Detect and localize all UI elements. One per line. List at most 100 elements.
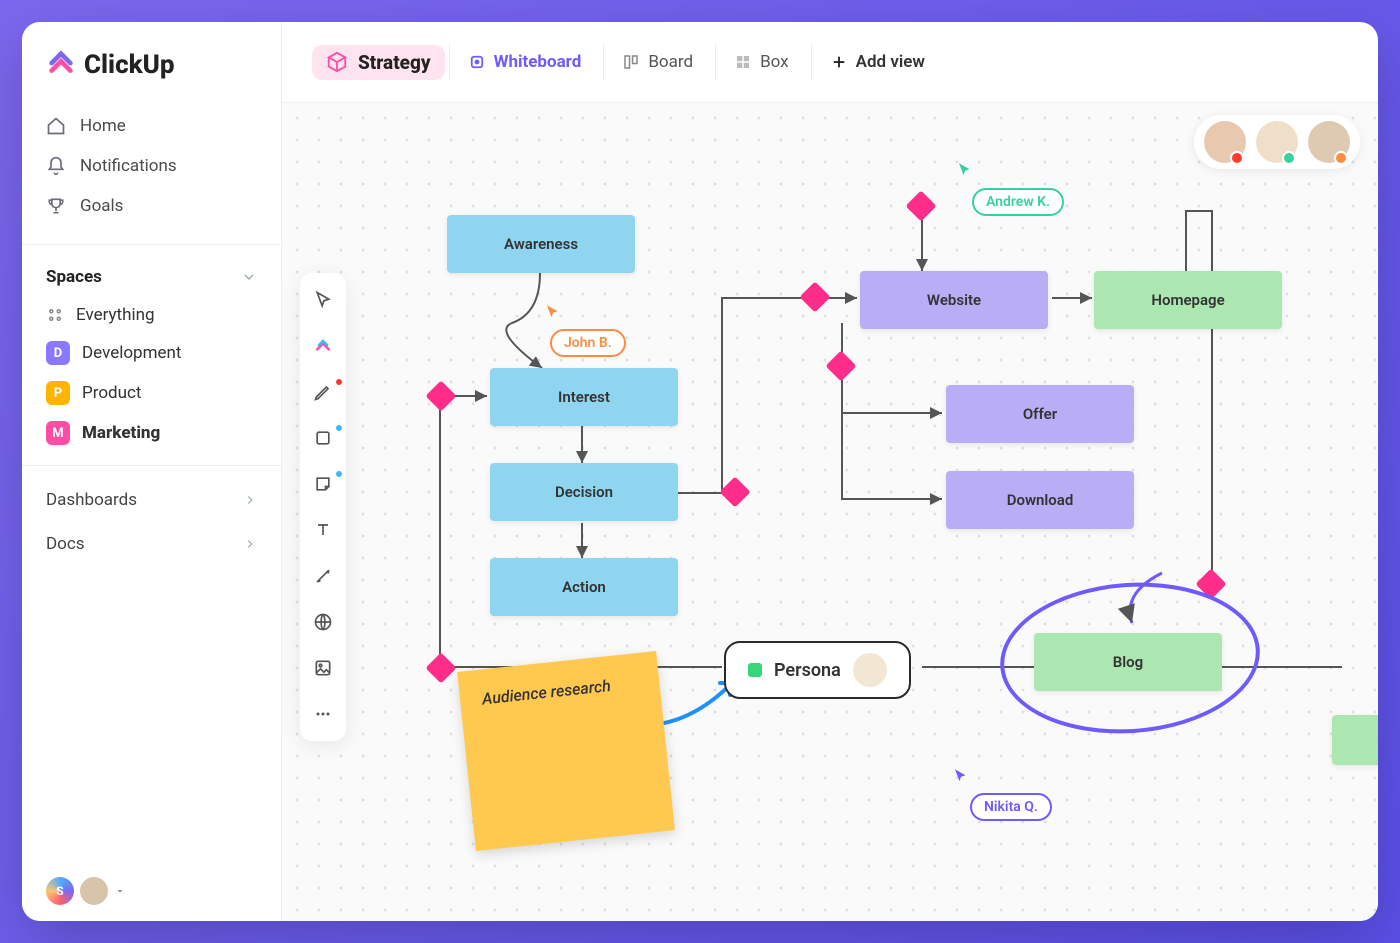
- tool-text[interactable]: [306, 513, 340, 547]
- space-prod-label: Product: [82, 383, 141, 403]
- tool-clickup[interactable]: [306, 329, 340, 363]
- collaborators-bar[interactable]: .collab-bar .collab-av:nth-child(1)::aft…: [1194, 115, 1360, 169]
- whiteboard-canvas[interactable]: Awareness Interest Decision Action Websi…: [282, 103, 1378, 921]
- tab-box[interactable]: Box: [715, 44, 807, 80]
- avatar-current-user: S: [46, 877, 74, 905]
- box-icon: [734, 53, 752, 71]
- tool-connector[interactable]: [306, 559, 340, 593]
- space-everything-label: Everything: [76, 305, 155, 325]
- nav-goals-label: Goals: [80, 196, 123, 216]
- nav-home-label: Home: [80, 116, 126, 136]
- cursor-icon: [313, 290, 333, 310]
- globe-icon: [313, 612, 333, 632]
- cursor-tag-john: John B.: [550, 329, 626, 357]
- status-dot-icon: [748, 663, 762, 677]
- view-title-strategy[interactable]: Strategy: [312, 45, 445, 80]
- tool-sticky[interactable]: [306, 467, 340, 501]
- diamond-connector[interactable]: [905, 190, 936, 221]
- nav-dashboards[interactable]: Dashboards: [22, 478, 281, 522]
- nav-notifications-label: Notifications: [80, 156, 177, 176]
- collab-avatar[interactable]: .collab-bar .collab-av:nth-child(2)::aft…: [1256, 121, 1298, 163]
- tool-web[interactable]: [306, 605, 340, 639]
- home-icon: [46, 116, 66, 136]
- image-icon: [313, 658, 333, 678]
- whiteboard-icon: [468, 53, 486, 71]
- tool-select[interactable]: [306, 283, 340, 317]
- node-download[interactable]: Download: [946, 471, 1134, 529]
- nav-notifications[interactable]: Notifications: [32, 146, 271, 186]
- tab-whiteboard-label: Whiteboard: [494, 52, 582, 72]
- sticky-note[interactable]: Audience research: [457, 651, 675, 851]
- divider: [22, 244, 281, 245]
- diamond-connector[interactable]: [425, 652, 456, 683]
- hand-drawn-circle: [995, 574, 1265, 742]
- nav-docs[interactable]: Docs: [22, 522, 281, 566]
- tool-more[interactable]: [306, 697, 340, 731]
- spaces-header-label: Spaces: [46, 267, 102, 287]
- remote-cursor-icon: [956, 161, 974, 179]
- diamond-connector[interactable]: [825, 350, 856, 381]
- title-label: Strategy: [358, 51, 431, 74]
- node-homepage[interactable]: Homepage: [1094, 271, 1282, 329]
- persona-card[interactable]: Persona: [724, 641, 911, 699]
- node-partial[interactable]: [1332, 715, 1378, 765]
- node-offer[interactable]: Offer: [946, 385, 1134, 443]
- dashboards-label: Dashboards: [46, 490, 137, 510]
- node-decision[interactable]: Decision: [490, 463, 678, 521]
- sticky-icon: [313, 474, 333, 494]
- trophy-icon: [46, 196, 66, 216]
- cube-icon: [326, 51, 348, 73]
- space-dev-icon: D: [46, 341, 70, 365]
- space-everything[interactable]: Everything: [22, 297, 281, 333]
- pen-icon: [313, 382, 333, 402]
- cursor-tag-nikita: Nikita Q.: [970, 793, 1052, 821]
- node-action[interactable]: Action: [490, 558, 678, 616]
- divider: [22, 465, 281, 466]
- tool-shape[interactable]: [306, 421, 340, 455]
- text-icon: [313, 520, 333, 540]
- collab-avatar[interactable]: .collab-bar .collab-av:nth-child(1)::aft…: [1204, 121, 1246, 163]
- spaces-header[interactable]: Spaces: [22, 257, 281, 297]
- tab-add-view[interactable]: Add view: [811, 44, 943, 80]
- collab-avatar[interactable]: .collab-bar .collab-av:nth-child(3)::aft…: [1308, 121, 1350, 163]
- tab-board[interactable]: Board: [603, 44, 711, 80]
- nav-list: Home Notifications Goals: [22, 100, 281, 232]
- board-icon: [622, 53, 640, 71]
- node-interest[interactable]: Interest: [490, 368, 678, 426]
- diamond-connector[interactable]: [799, 281, 830, 312]
- node-website[interactable]: Website: [860, 271, 1048, 329]
- chevron-down-icon: [241, 269, 257, 285]
- diamond-connector[interactable]: [719, 476, 750, 507]
- tab-add-label: Add view: [856, 52, 925, 72]
- tab-board-label: Board: [648, 52, 693, 72]
- diamond-connector[interactable]: [425, 380, 456, 411]
- caret-down-icon: [114, 885, 126, 897]
- tool-pen[interactable]: [306, 375, 340, 409]
- nav-home[interactable]: Home: [32, 106, 271, 146]
- remote-cursor-icon: [952, 767, 970, 785]
- main-area: Strategy Whiteboard Board Box Add view: [282, 22, 1378, 921]
- chevron-right-icon: [243, 493, 257, 507]
- space-mkt-icon: M: [46, 421, 70, 445]
- remote-cursor-icon: [544, 303, 562, 321]
- space-marketing[interactable]: M Marketing: [22, 413, 281, 453]
- space-product[interactable]: P Product: [22, 373, 281, 413]
- tab-whiteboard[interactable]: Whiteboard: [449, 44, 600, 80]
- space-mkt-label: Marketing: [82, 423, 160, 443]
- space-dev-label: Development: [82, 343, 181, 363]
- chevron-right-icon: [243, 537, 257, 551]
- node-awareness[interactable]: Awareness: [447, 215, 635, 273]
- canvas-toolbox: [300, 273, 346, 741]
- user-footer[interactable]: S: [46, 877, 126, 905]
- cursor-tag-andrew: Andrew K.: [972, 188, 1064, 216]
- grid-icon: [46, 306, 64, 324]
- topbar: Strategy Whiteboard Board Box Add view: [282, 22, 1378, 103]
- tool-image[interactable]: [306, 651, 340, 685]
- space-prod-icon: P: [46, 381, 70, 405]
- plus-icon: [830, 53, 848, 71]
- nav-goals[interactable]: Goals: [32, 186, 271, 226]
- logo[interactable]: ClickUp: [22, 42, 281, 100]
- brand-name: ClickUp: [84, 50, 175, 80]
- space-development[interactable]: D Development: [22, 333, 281, 373]
- app-window: ClickUp Home Notifications Goals Spaces …: [22, 22, 1378, 921]
